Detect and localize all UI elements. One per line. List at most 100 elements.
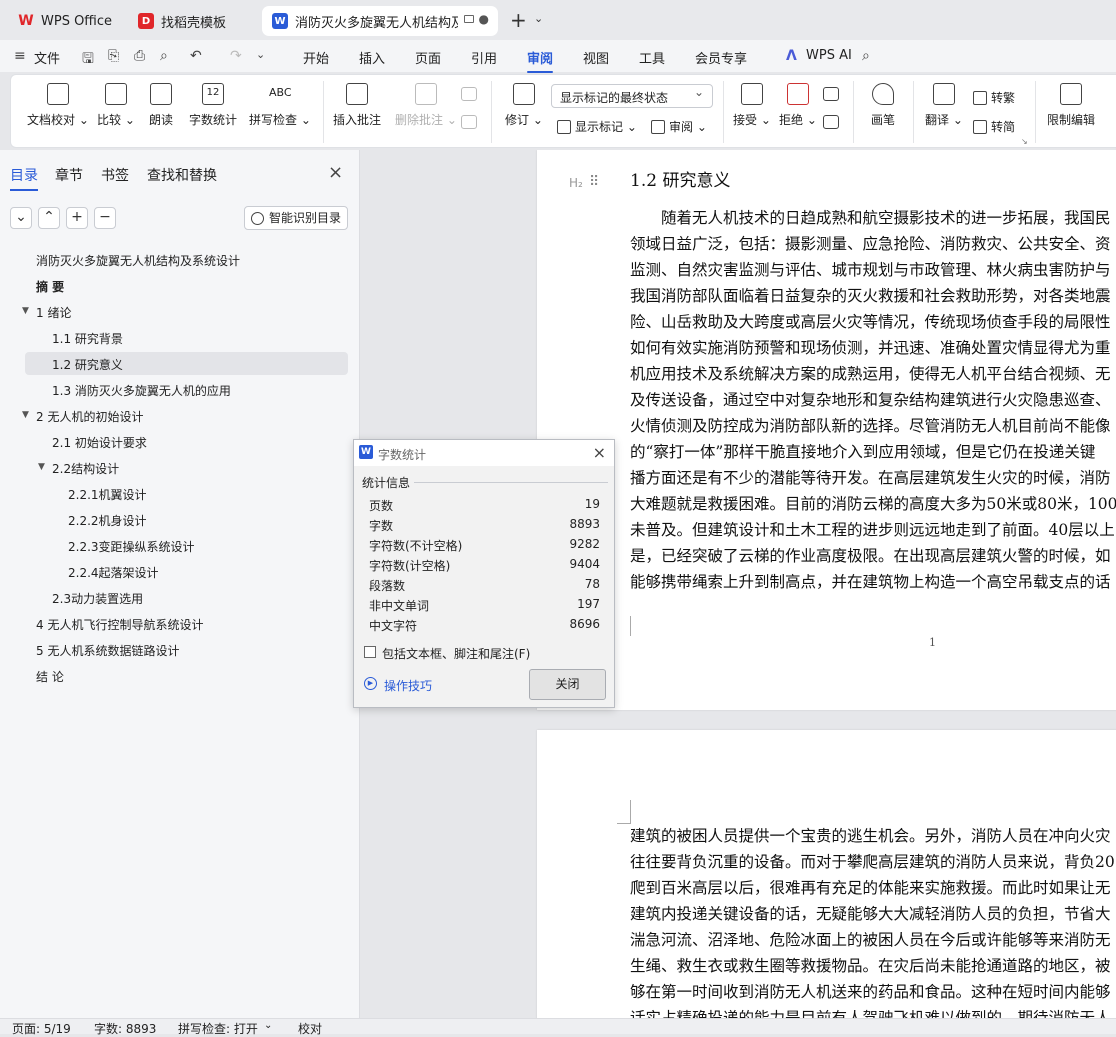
toc-expand-icon[interactable]: ▼ bbox=[22, 410, 29, 420]
nav-tab-chapters[interactable]: 章节 bbox=[55, 165, 83, 185]
paragraph-line[interactable]: 险、山岳救助及大跨度或高层火灾等情况，传统现场侦查手段的局限性 bbox=[630, 310, 1111, 332]
search-icon[interactable]: ⌕ bbox=[862, 48, 870, 64]
include-textbox-checkbox[interactable] bbox=[364, 646, 376, 658]
toc-item[interactable]: 2.2结构设计 bbox=[52, 460, 119, 477]
menu-reference[interactable]: 引用 bbox=[471, 48, 497, 67]
unsaved-dot-icon[interactable]: ● bbox=[479, 12, 489, 26]
menu-view[interactable]: 视图 bbox=[583, 48, 609, 67]
document-page-2[interactable]: 建筑的被困人员提供一个宝贵的逃生机会。另外，消防人员在冲向火灾 往往要背负沉重的设… bbox=[537, 730, 1116, 1018]
toc-item[interactable]: 2.2.2机身设计 bbox=[68, 512, 147, 529]
paragraph-line[interactable]: 的“察打一体”那样干脆直接地介入到应用领域，但是它仍在投递关键 bbox=[630, 440, 1095, 462]
menu-review[interactable]: 审阅 bbox=[527, 48, 554, 73]
word-count-button[interactable]: 12 字数统计 bbox=[189, 83, 237, 128]
collapse-all-button[interactable]: ⌄ bbox=[10, 207, 32, 229]
prev-comment-button[interactable] bbox=[461, 87, 477, 107]
toc-item[interactable]: 2.2.3变距操纵系统设计 bbox=[68, 538, 195, 555]
next-comment-button[interactable] bbox=[461, 115, 477, 135]
paragraph-line[interactable]: 未普及。但建筑设计和土木工程的进步则远远地走到了前面。40层以上 bbox=[630, 518, 1115, 540]
window-icon[interactable] bbox=[464, 15, 474, 23]
toc-item[interactable]: 1 绪论 bbox=[36, 304, 71, 321]
drag-handle-icon[interactable]: ⠿ bbox=[589, 174, 599, 190]
dialog-close-icon[interactable]: × bbox=[593, 443, 606, 462]
paragraph-line[interactable]: 及传送设备，通过空中对复杂地形和复杂结构建筑进行火灾隐患巡查、 bbox=[630, 388, 1111, 410]
toc-item[interactable]: 1.3 消防灭火多旋翼无人机的应用 bbox=[52, 382, 231, 399]
status-spell[interactable]: 拼写检查: 打开 bbox=[178, 1020, 258, 1037]
toc-item[interactable]: 5 无人机系统数据链路设计 bbox=[36, 642, 179, 659]
status-proof[interactable]: 校对 bbox=[298, 1020, 322, 1037]
paragraph-line[interactable]: 领域日益广泛，包括：摄影测量、应急抢险、消防救灾、公共安全、资 bbox=[630, 232, 1111, 254]
print-preview-icon[interactable]: ⌕ bbox=[160, 48, 168, 64]
undo-icon[interactable]: ↶ bbox=[190, 48, 202, 64]
hamburger-icon[interactable]: ≡ bbox=[14, 48, 26, 64]
wps-ai-icon[interactable]: Ʌ bbox=[786, 48, 797, 64]
print-icon[interactable]: ⎙ bbox=[134, 48, 145, 64]
menu-insert[interactable]: 插入 bbox=[359, 48, 385, 67]
toc-item[interactable]: 1.2 研究意义 bbox=[52, 356, 123, 373]
document-page-1[interactable]: H₂ ⠿ 1.2 研究意义 随着无人机技术的日趋成熟和航空摄影技术的进一步拓展，… bbox=[537, 150, 1116, 710]
new-tab-icon[interactable]: + bbox=[510, 8, 527, 32]
toc-expand-icon[interactable]: ▼ bbox=[38, 462, 45, 472]
status-page[interactable]: 页面: 5/19 bbox=[12, 1020, 71, 1037]
toc-expand-icon[interactable]: ▼ bbox=[22, 306, 29, 316]
paragraph-line[interactable]: 大难题就是救援困难。目前的消防云梯的高度大多为50米或80米，100 bbox=[630, 492, 1116, 514]
menu-wps-ai[interactable]: WPS AI bbox=[806, 48, 852, 63]
add-heading-button[interactable]: + bbox=[66, 207, 88, 229]
toc-item[interactable]: 2.2.4起落架设计 bbox=[68, 564, 159, 581]
remove-heading-button[interactable]: − bbox=[94, 207, 116, 229]
status-words[interactable]: 字数: 8893 bbox=[94, 1020, 156, 1037]
reject-button[interactable]: 拒绝 ⌄ bbox=[779, 83, 817, 128]
toc-item[interactable]: 1.1 研究背景 bbox=[52, 330, 123, 347]
tips-link[interactable]: 操作技巧 bbox=[384, 677, 432, 694]
menu-vip[interactable]: 会员专享 bbox=[695, 48, 747, 67]
show-markup-button[interactable]: 显示标记 ⌄ bbox=[557, 118, 637, 135]
compare-button[interactable]: 比较 ⌄ bbox=[97, 83, 135, 128]
quick-access-chevron-icon[interactable]: ⌄ bbox=[256, 48, 265, 61]
paragraph-line[interactable]: 机应用技术及系统解决方案的成熟运用，使得无人机平台结合视频、无 bbox=[630, 362, 1111, 384]
nav-tab-toc[interactable]: 目录 bbox=[10, 165, 38, 191]
paragraph-line[interactable]: 播方面还是有不少的潜能等待开发。在高层建筑发生火灾的时候，消防 bbox=[630, 466, 1111, 488]
review-pane-button[interactable]: 审阅 ⌄ bbox=[651, 118, 707, 135]
toc-item[interactable]: 2.1 初始设计要求 bbox=[52, 434, 147, 451]
paragraph-line[interactable]: 往往要背负沉重的设备。而对于攀爬高层建筑的消防人员来说，背负20 bbox=[630, 850, 1115, 872]
dialog-close-button[interactable]: 关闭 bbox=[529, 669, 606, 700]
toc-item[interactable]: 2.3动力装置选用 bbox=[52, 590, 143, 607]
delete-comment-button[interactable]: 删除批注 ⌄ bbox=[395, 83, 457, 128]
expand-up-button[interactable]: ⌃ bbox=[38, 207, 60, 229]
paragraph-line[interactable]: 随着无人机技术的日趋成熟和航空摄影技术的进一步拓展，我国民 bbox=[661, 206, 1111, 228]
paragraph-line[interactable]: 生绳、救生衣或救生圈等救援物品。在灾后尚未能抢通道路的地区，被 bbox=[630, 954, 1111, 976]
expand-group-icon[interactable]: ↘ bbox=[1021, 137, 1028, 146]
tab-document[interactable]: W 消防灭火多旋翼无人机结构及系 ● bbox=[262, 6, 498, 36]
paragraph-line[interactable]: 建筑内投递关键设备的话，无疑能够大大减轻消防人员的负担，节省大 bbox=[630, 902, 1111, 924]
next-change-button[interactable] bbox=[823, 115, 839, 135]
nav-tab-find-replace[interactable]: 查找和替换 bbox=[147, 165, 217, 185]
paragraph-line[interactable]: 湍急河流、沼泽地、危险冰面上的被困人员在今后或许能够等来消防无 bbox=[630, 928, 1111, 950]
paragraph-line[interactable]: 建筑的被困人员提供一个宝贵的逃生机会。另外，消防人员在冲向火灾 bbox=[630, 824, 1111, 846]
pen-button[interactable]: 画笔 bbox=[871, 83, 895, 128]
toc-item[interactable]: 结 论 bbox=[36, 668, 64, 685]
nav-tab-bookmarks[interactable]: 书签 bbox=[101, 165, 129, 185]
paragraph-line[interactable]: 够在第一时间收到消防无人机送来的药品和食品。这种在短时间内能够 bbox=[630, 980, 1111, 1002]
smart-toc-button[interactable]: 智能识别目录 bbox=[244, 206, 348, 230]
close-pane-icon[interactable]: × bbox=[328, 162, 343, 183]
read-aloud-button[interactable]: 朗读 bbox=[149, 83, 173, 128]
menu-home[interactable]: 开始 bbox=[303, 48, 329, 67]
status-spell-chevron-icon[interactable]: ⌄ bbox=[264, 1020, 272, 1031]
paragraph-line[interactable]: 是，已经突破了云梯的作业高度极限。在出现高层建筑火警的时候，如 bbox=[630, 544, 1111, 566]
tips-play-icon[interactable]: ▶ bbox=[364, 677, 377, 690]
paragraph-line[interactable]: 能够携带绳索上升到制高点，并在建筑物上构造一个高空吊载支点的话 bbox=[630, 570, 1111, 592]
revise-button[interactable]: 修订 ⌄ bbox=[505, 83, 543, 128]
redo-icon[interactable]: ↷ bbox=[230, 48, 242, 64]
to-simplified-button[interactable]: 转简 bbox=[973, 118, 1015, 135]
toc-item[interactable]: 消防灭火多旋翼无人机结构及系统设计 bbox=[36, 252, 240, 269]
paragraph-line[interactable]: 爬到百米高层以后，很难再有充足的体能来实施救援。而此时如果让无 bbox=[630, 876, 1111, 898]
spell-check-button[interactable]: ABC 拼写检查 ⌄ bbox=[249, 83, 311, 128]
dialog-titlebar[interactable]: W 字数统计 × bbox=[354, 440, 614, 466]
paragraph-line[interactable]: 监测、自然灾害监测与评估、城市规划与市政管理、林火病虫害防护与 bbox=[630, 258, 1111, 280]
toc-item[interactable]: 2.2.1机翼设计 bbox=[68, 486, 147, 503]
doc-proof-button[interactable]: 文档校对 ⌄ bbox=[27, 83, 89, 128]
paragraph-line[interactable]: 火情侦测及防控成为消防部队新的选择。尽管消防无人机目前尚不能像 bbox=[630, 414, 1111, 436]
paragraph-line[interactable]: 话实占精确投递的能力是目前有人驾驶飞机难以做到的，期待消防无人 bbox=[630, 1006, 1111, 1018]
paragraph-line[interactable]: 我国消防部队面临着日益复杂的灭火救援和社会救助形势，对各类地震 bbox=[630, 284, 1111, 306]
insert-comment-button[interactable]: 插入批注 bbox=[333, 83, 381, 128]
menu-file[interactable]: 文件 bbox=[34, 48, 60, 67]
